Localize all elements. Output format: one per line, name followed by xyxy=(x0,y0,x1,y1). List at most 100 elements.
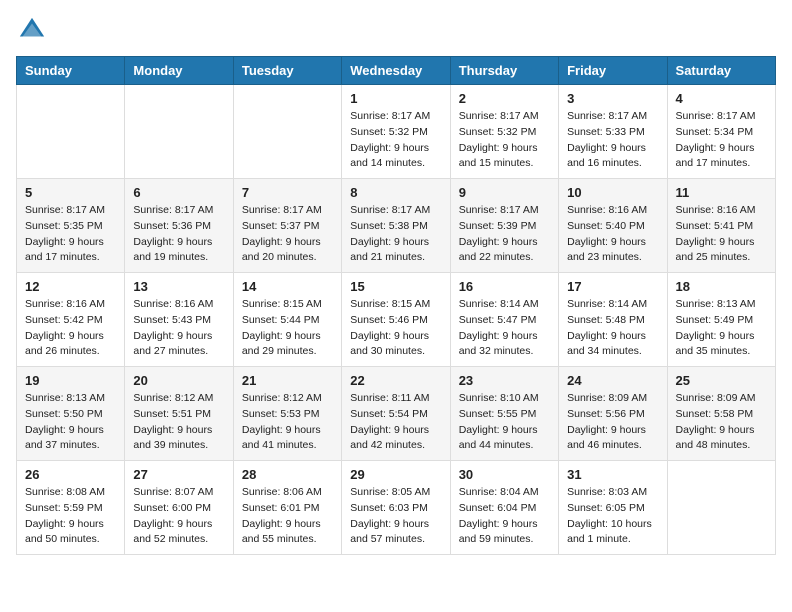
calendar-cell: 23 Sunrise: 8:10 AMSunset: 5:55 PMDayligh… xyxy=(450,367,558,461)
day-info: Sunrise: 8:17 AMSunset: 5:39 PMDaylight:… xyxy=(459,203,550,266)
day-info: Sunrise: 8:05 AMSunset: 6:03 PMDaylight:… xyxy=(350,485,441,548)
day-number: 29 xyxy=(350,467,441,482)
weekday-header-saturday: Saturday xyxy=(667,57,775,85)
calendar-cell: 24 Sunrise: 8:09 AMSunset: 5:56 PMDayligh… xyxy=(559,367,667,461)
calendar-cell: 11 Sunrise: 8:16 AMSunset: 5:41 PMDayligh… xyxy=(667,179,775,273)
day-info: Sunrise: 8:16 AMSunset: 5:41 PMDaylight:… xyxy=(676,203,767,266)
calendar-cell: 4 Sunrise: 8:17 AMSunset: 5:34 PMDaylight… xyxy=(667,85,775,179)
day-info: Sunrise: 8:17 AMSunset: 5:32 PMDaylight:… xyxy=(459,109,550,172)
calendar-week-row: 1 Sunrise: 8:17 AMSunset: 5:32 PMDaylight… xyxy=(17,85,776,179)
day-info: Sunrise: 8:06 AMSunset: 6:01 PMDaylight:… xyxy=(242,485,333,548)
day-info: Sunrise: 8:09 AMSunset: 5:58 PMDaylight:… xyxy=(676,391,767,454)
day-number: 15 xyxy=(350,279,441,294)
weekday-header-sunday: Sunday xyxy=(17,57,125,85)
day-number: 10 xyxy=(567,185,658,200)
calendar-cell: 2 Sunrise: 8:17 AMSunset: 5:32 PMDaylight… xyxy=(450,85,558,179)
weekday-header-thursday: Thursday xyxy=(450,57,558,85)
day-number: 21 xyxy=(242,373,333,388)
day-number: 25 xyxy=(676,373,767,388)
calendar-cell: 29 Sunrise: 8:05 AMSunset: 6:03 PMDayligh… xyxy=(342,461,450,555)
day-info: Sunrise: 8:10 AMSunset: 5:55 PMDaylight:… xyxy=(459,391,550,454)
calendar-cell xyxy=(233,85,341,179)
day-number: 8 xyxy=(350,185,441,200)
day-number: 7 xyxy=(242,185,333,200)
day-number: 9 xyxy=(459,185,550,200)
calendar-cell: 10 Sunrise: 8:16 AMSunset: 5:40 PMDayligh… xyxy=(559,179,667,273)
calendar-cell: 9 Sunrise: 8:17 AMSunset: 5:39 PMDaylight… xyxy=(450,179,558,273)
calendar-cell: 1Sunrise: 8:17 AMSunset: 5:32 PMDaylight… xyxy=(342,85,450,179)
calendar-cell: 21 Sunrise: 8:12 AMSunset: 5:53 PMDayligh… xyxy=(233,367,341,461)
day-info: Sunrise: 8:12 AMSunset: 5:51 PMDaylight:… xyxy=(133,391,224,454)
day-info: Sunrise: 8:13 AMSunset: 5:49 PMDaylight:… xyxy=(676,297,767,360)
day-info: Sunrise: 8:16 AMSunset: 5:42 PMDaylight:… xyxy=(25,297,116,360)
weekday-header-monday: Monday xyxy=(125,57,233,85)
day-info: Sunrise: 8:09 AMSunset: 5:56 PMDaylight:… xyxy=(567,391,658,454)
weekday-header-wednesday: Wednesday xyxy=(342,57,450,85)
day-info: Sunrise: 8:08 AMSunset: 5:59 PMDaylight:… xyxy=(25,485,116,548)
day-info: Sunrise: 8:13 AMSunset: 5:50 PMDaylight:… xyxy=(25,391,116,454)
calendar-cell: 15Sunrise: 8:15 AMSunset: 5:46 PMDayligh… xyxy=(342,273,450,367)
day-number: 30 xyxy=(459,467,550,482)
calendar-week-row: 12Sunrise: 8:16 AMSunset: 5:42 PMDayligh… xyxy=(17,273,776,367)
day-number: 11 xyxy=(676,185,767,200)
day-number: 22 xyxy=(350,373,441,388)
day-number: 13 xyxy=(133,279,224,294)
day-number: 24 xyxy=(567,373,658,388)
day-number: 17 xyxy=(567,279,658,294)
day-number: 4 xyxy=(676,91,767,106)
day-number: 28 xyxy=(242,467,333,482)
day-number: 2 xyxy=(459,91,550,106)
calendar-cell xyxy=(667,461,775,555)
day-number: 23 xyxy=(459,373,550,388)
day-number: 3 xyxy=(567,91,658,106)
day-info: Sunrise: 8:16 AMSunset: 5:43 PMDaylight:… xyxy=(133,297,224,360)
calendar-cell: 30 Sunrise: 8:04 AMSunset: 6:04 PMDayligh… xyxy=(450,461,558,555)
day-number: 26 xyxy=(25,467,116,482)
day-info: Sunrise: 8:17 AMSunset: 5:36 PMDaylight:… xyxy=(133,203,224,266)
calendar-cell: 12Sunrise: 8:16 AMSunset: 5:42 PMDayligh… xyxy=(17,273,125,367)
calendar-cell: 28 Sunrise: 8:06 AMSunset: 6:01 PMDayligh… xyxy=(233,461,341,555)
calendar-cell: 6 Sunrise: 8:17 AMSunset: 5:36 PMDaylight… xyxy=(125,179,233,273)
logo xyxy=(16,16,48,44)
calendar-week-row: 5 Sunrise: 8:17 AMSunset: 5:35 PMDaylight… xyxy=(17,179,776,273)
weekday-header-row: SundayMondayTuesdayWednesdayThursdayFrid… xyxy=(17,57,776,85)
day-number: 5 xyxy=(25,185,116,200)
day-number: 27 xyxy=(133,467,224,482)
calendar-cell xyxy=(125,85,233,179)
day-info: Sunrise: 8:14 AMSunset: 5:47 PMDaylight:… xyxy=(459,297,550,360)
calendar-cell xyxy=(17,85,125,179)
day-info: Sunrise: 8:17 AMSunset: 5:34 PMDaylight:… xyxy=(676,109,767,172)
calendar-cell: 14Sunrise: 8:15 AMSunset: 5:44 PMDayligh… xyxy=(233,273,341,367)
day-info: Sunrise: 8:07 AMSunset: 6:00 PMDaylight:… xyxy=(133,485,224,548)
weekday-header-friday: Friday xyxy=(559,57,667,85)
day-number: 18 xyxy=(676,279,767,294)
calendar-cell: 26 Sunrise: 8:08 AMSunset: 5:59 PMDayligh… xyxy=(17,461,125,555)
calendar-cell: 16Sunrise: 8:14 AMSunset: 5:47 PMDayligh… xyxy=(450,273,558,367)
day-info: Sunrise: 8:17 AMSunset: 5:33 PMDaylight:… xyxy=(567,109,658,172)
day-info: Sunrise: 8:15 AMSunset: 5:44 PMDaylight:… xyxy=(242,297,333,360)
calendar-cell: 5 Sunrise: 8:17 AMSunset: 5:35 PMDaylight… xyxy=(17,179,125,273)
calendar-table: SundayMondayTuesdayWednesdayThursdayFrid… xyxy=(16,56,776,555)
calendar-cell: 18 Sunrise: 8:13 AMSunset: 5:49 PMDayligh… xyxy=(667,273,775,367)
day-info: Sunrise: 8:11 AMSunset: 5:54 PMDaylight:… xyxy=(350,391,441,454)
day-info: Sunrise: 8:04 AMSunset: 6:04 PMDaylight:… xyxy=(459,485,550,548)
calendar-cell: 17Sunrise: 8:14 AMSunset: 5:48 PMDayligh… xyxy=(559,273,667,367)
day-info: Sunrise: 8:17 AMSunset: 5:35 PMDaylight:… xyxy=(25,203,116,266)
calendar-cell: 31 Sunrise: 8:03 AMSunset: 6:05 PMDayligh… xyxy=(559,461,667,555)
calendar-week-row: 19 Sunrise: 8:13 AMSunset: 5:50 PMDayligh… xyxy=(17,367,776,461)
calendar-cell: 19 Sunrise: 8:13 AMSunset: 5:50 PMDayligh… xyxy=(17,367,125,461)
calendar-cell: 7 Sunrise: 8:17 AMSunset: 5:37 PMDaylight… xyxy=(233,179,341,273)
day-number: 19 xyxy=(25,373,116,388)
day-number: 31 xyxy=(567,467,658,482)
calendar-cell: 22 Sunrise: 8:11 AMSunset: 5:54 PMDayligh… xyxy=(342,367,450,461)
day-number: 20 xyxy=(133,373,224,388)
day-number: 6 xyxy=(133,185,224,200)
day-info: Sunrise: 8:17 AMSunset: 5:37 PMDaylight:… xyxy=(242,203,333,266)
day-info: Sunrise: 8:12 AMSunset: 5:53 PMDaylight:… xyxy=(242,391,333,454)
day-info: Sunrise: 8:03 AMSunset: 6:05 PMDaylight:… xyxy=(567,485,658,548)
day-number: 1 xyxy=(350,91,441,106)
calendar-cell: 27 Sunrise: 8:07 AMSunset: 6:00 PMDayligh… xyxy=(125,461,233,555)
calendar-cell: 13 Sunrise: 8:16 AMSunset: 5:43 PMDayligh… xyxy=(125,273,233,367)
day-info: Sunrise: 8:16 AMSunset: 5:40 PMDaylight:… xyxy=(567,203,658,266)
page-header xyxy=(16,16,776,44)
